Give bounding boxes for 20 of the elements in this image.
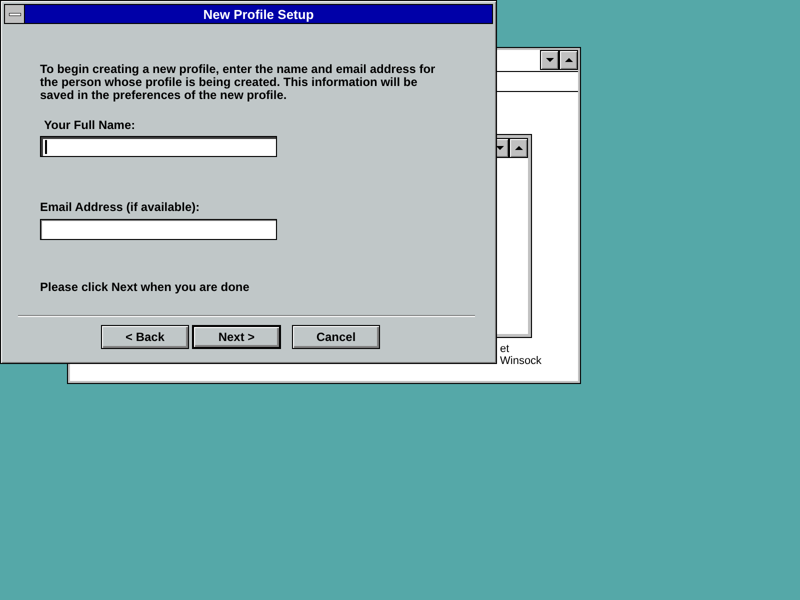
up-arrow-icon bbox=[514, 146, 522, 150]
dialog-button[interactable]: Cancel bbox=[292, 325, 380, 349]
intro-text: To begin creating a new profile, enter the name and email address for the person whose profile is being created. This information will be saved in the preferences of the new profile. bbox=[40, 63, 436, 102]
list-item: Winsock bbox=[500, 355, 543, 367]
system-menu-button[interactable] bbox=[5, 5, 25, 23]
text-field[interactable] bbox=[40, 219, 277, 240]
scroll-down-button[interactable] bbox=[540, 50, 559, 70]
down-arrow-icon bbox=[546, 58, 554, 62]
scroll-up-button[interactable] bbox=[509, 138, 528, 158]
scroll-up-button[interactable] bbox=[559, 50, 578, 70]
list-item: et bbox=[500, 343, 510, 355]
dash-icon bbox=[8, 12, 20, 16]
dialog-button[interactable]: Next > bbox=[192, 325, 281, 349]
up-arrow-icon bbox=[564, 58, 572, 62]
text-field[interactable] bbox=[40, 136, 277, 157]
instruction-text: Please click Next when you are done bbox=[40, 280, 250, 294]
field-label: Email Address (if available): bbox=[40, 200, 201, 214]
window-title: New Profile Setup bbox=[25, 5, 492, 23]
field-label: Your Full Name: bbox=[44, 118, 136, 132]
dialog-button[interactable]: < Back bbox=[101, 325, 189, 349]
